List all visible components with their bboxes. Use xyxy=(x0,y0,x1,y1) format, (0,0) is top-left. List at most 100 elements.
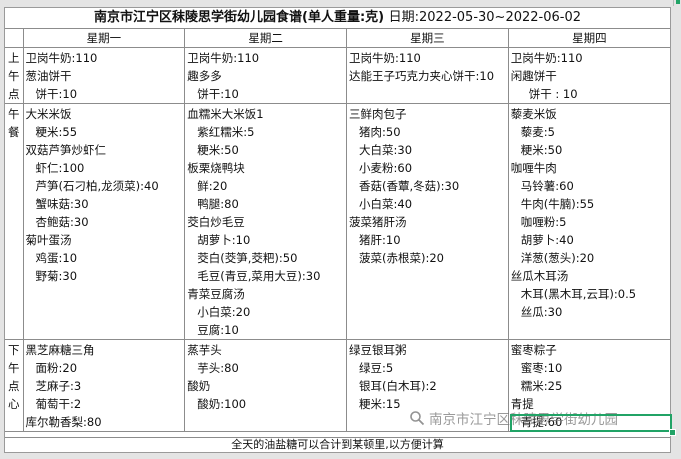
menu-table: 星期一 星期二 星期三 星期四 上午点卫岗牛奶:110 葱油饼干 饼干:10 卫岗牛奶… xyxy=(5,29,670,432)
day-header[interactable]: 星期一 xyxy=(22,29,186,48)
menu-cell[interactable]: 三鲜肉包子 猪肉:50 大白菜:30 小麦粉:60 香菇(香蕈,冬菇):30 小白菜:40… xyxy=(346,103,509,340)
menu-cell[interactable]: 血糯米大米饭1 紫红糯米:5 粳米:50 板栗烧鸭块 鲜:20 鸭腿:80 茭白炒毛豆 胡萝卜… xyxy=(184,103,347,340)
ingredient-line: 香菇(香蕈,冬菇):30 xyxy=(359,179,460,193)
dish-name: 藜麦米饭 xyxy=(510,107,557,121)
ingredient-line: 鸭腿:80 xyxy=(197,197,239,211)
fill-handle[interactable] xyxy=(669,429,676,436)
dish-name: 卫岗牛奶:110 xyxy=(187,51,260,65)
ingredient-line: 胡萝卜:40 xyxy=(520,233,574,247)
dish-name: 血糯米大米饭1 xyxy=(187,107,264,121)
ingredient-line: 大白菜:30 xyxy=(359,143,413,157)
column-marker xyxy=(673,0,681,6)
menu-cell[interactable]: 大米米饭 粳米:55 双菇芦笋炒虾仁 虾仁:100 芦笋(石刁柏,龙须菜):40 蟹味菇:… xyxy=(22,103,186,340)
meal-label-char: 午 xyxy=(8,361,20,375)
ingredient-line: 芝麻子:3 xyxy=(35,379,82,393)
ingredient-line: 饼干:10 xyxy=(197,87,239,101)
meal-label[interactable]: 上午点 xyxy=(5,47,24,104)
dish-name: 闲趣饼干 xyxy=(510,69,557,83)
dish-name: 趣多多 xyxy=(187,69,222,83)
ingredient-line: 饼干:10 xyxy=(35,87,78,101)
day-header[interactable]: 星期四 xyxy=(507,29,670,48)
dish-name: 茭白炒毛豆 xyxy=(187,215,245,229)
dish-name: 黑芝麻糖三角 xyxy=(25,343,95,357)
dish-name: 青菜豆腐汤 xyxy=(187,287,245,301)
ingredient-line: 木耳(黑木耳,云耳):0.5 xyxy=(520,287,637,301)
meal-label-char: 上 xyxy=(8,51,20,65)
ingredient-line: 粳米:55 xyxy=(35,125,78,139)
ingredient-line: 蜜枣:10 xyxy=(520,361,563,375)
dish-name: 酸奶 xyxy=(187,379,211,393)
menu-cell[interactable]: 黑芝麻糖三角面粉:20 芝麻子:3 葡萄干:2 库尔勒香梨:80 xyxy=(22,339,186,432)
ingredient-line: 葡萄干:2 xyxy=(35,397,82,411)
dish-name: 卫岗牛奶:110 xyxy=(510,51,583,65)
dish-name: 绿豆银耳粥 xyxy=(349,343,407,357)
ingredient-line: 茭白(茭笋,茭粑):50 xyxy=(197,251,298,265)
ingredient-line: 饼干 : 10 xyxy=(528,87,578,101)
meal-label-char: 心 xyxy=(8,397,20,411)
ingredient-line: 蟹味菇:30 xyxy=(35,197,89,211)
ingredient-line: 绿豆:5 xyxy=(359,361,394,375)
ingredient-line: 猪肝:10 xyxy=(359,233,401,247)
ingredient-line: 芦笋(石刁柏,龙须菜):40 xyxy=(35,179,159,193)
ingredient-line: 藜麦:5 xyxy=(520,125,555,139)
menu-cell[interactable]: 卫岗牛奶:110 闲趣饼干饼干 : 10 xyxy=(507,47,670,104)
ingredient-line: 小白菜:20 xyxy=(197,305,251,319)
dish-name: 达能王子巧克力夹心饼干:10 xyxy=(349,69,495,83)
corner-cell[interactable] xyxy=(5,29,24,48)
ingredient-line: 杏鲍菇:30 xyxy=(35,215,89,229)
ingredient-line: 糯米:25 xyxy=(520,379,563,393)
ingredient-line: 紫红糯米:5 xyxy=(197,125,255,139)
menu-cell[interactable]: 藜麦米饭藜麦:5 粳米:50 咖喱牛肉马铃薯:60 牛肉(牛腩):55 咖喱粉:5 胡萝卜… xyxy=(507,103,670,340)
cell-selection[interactable] xyxy=(510,414,672,432)
ingredient-line: 咖喱粉:5 xyxy=(520,215,567,229)
menu-title: 南京市江宁区秣陵思学街幼儿园食谱(单人重量:克) 日期:2022-05-30~2… xyxy=(5,8,670,29)
dish-name: 库尔勒香梨:80 xyxy=(25,415,102,429)
menu-title-dates: 日期:2022-05-30~2022-06-02 xyxy=(388,10,581,25)
dish-name: 卫岗牛奶:110 xyxy=(349,51,421,65)
dish-name: 三鲜肉包子 xyxy=(349,107,407,121)
ingredient-line: 银耳(白木耳):2 xyxy=(359,379,437,393)
menu-cell[interactable]: 卫岗牛奶:110 趣多多饼干:10 xyxy=(184,47,347,104)
dish-name: 菠菜猪肝汤 xyxy=(349,215,407,229)
meal-label-char: 点 xyxy=(8,379,20,393)
ingredient-line: 粳米:50 xyxy=(197,143,239,157)
footer-note: 全天的油盐糖可以合计到某顿里,以方便计算 xyxy=(5,437,670,452)
meal-label[interactable]: 午餐 xyxy=(5,103,24,340)
menu-cell[interactable]: 蒸芋头芋头:80 酸奶酸奶:100 xyxy=(184,339,347,432)
meal-row: 午餐大米米饭 粳米:55 双菇芦笋炒虾仁 虾仁:100 芦笋(石刁柏,龙须菜):40 蟹味… xyxy=(5,103,670,340)
ingredient-line: 酸奶:100 xyxy=(197,397,247,411)
ingredient-line: 洋葱(葱头):20 xyxy=(520,251,595,265)
ingredient-line: 野菊:30 xyxy=(35,269,78,283)
meal-label-char: 餐 xyxy=(8,125,20,139)
dish-name: 双菇芦笋炒虾仁 xyxy=(25,143,107,157)
ingredient-line: 豆腐:10 xyxy=(197,323,239,337)
day-header[interactable]: 星期三 xyxy=(346,29,509,48)
ingredient-line: 小白菜:40 xyxy=(359,197,413,211)
ingredient-line: 牛肉(牛腩):55 xyxy=(520,197,595,211)
dish-name: 咖喱牛肉 xyxy=(510,161,557,175)
ingredient-line: 毛豆(青豆,菜用大豆):30 xyxy=(197,269,321,283)
menu-cell[interactable]: 卫岗牛奶:110 葱油饼干 饼干:10 xyxy=(22,47,186,104)
meal-label-char: 下 xyxy=(8,343,20,357)
ingredient-line: 菠菜(赤根菜):20 xyxy=(359,251,444,265)
ingredient-line: 面粉:20 xyxy=(35,361,78,375)
meal-row: 上午点卫岗牛奶:110 葱油饼干 饼干:10 卫岗牛奶:110 趣多多 饼干:10 卫岗牛奶… xyxy=(5,47,670,104)
ingredient-line: 胡萝卜:10 xyxy=(197,233,251,247)
ingredient-line: 马铃薯:60 xyxy=(520,179,574,193)
search-icon xyxy=(410,411,425,426)
ingredient-line: 鲜:20 xyxy=(197,179,228,193)
dish-name: 蜜枣粽子 xyxy=(510,343,557,357)
dish-name: 葱油饼干 xyxy=(25,69,72,83)
day-header[interactable]: 星期二 xyxy=(184,29,347,48)
dish-name: 丝瓜木耳汤 xyxy=(510,269,569,283)
meal-label-char: 午 xyxy=(8,69,20,83)
ingredient-line: 粳米:50 xyxy=(520,143,563,157)
meal-label-char: 点 xyxy=(8,87,20,101)
ingredient-line: 芋头:80 xyxy=(197,361,239,375)
ingredient-line: 丝瓜:30 xyxy=(520,305,563,319)
dish-name: 菊叶蛋汤 xyxy=(25,233,72,247)
ingredient-line: 虾仁:100 xyxy=(35,161,85,175)
dish-name: 蒸芋头 xyxy=(187,343,222,357)
meal-label[interactable]: 下午点心 xyxy=(5,339,24,432)
menu-cell[interactable]: 卫岗牛奶:110 达能王子巧克力夹心饼干:10 xyxy=(346,47,509,104)
